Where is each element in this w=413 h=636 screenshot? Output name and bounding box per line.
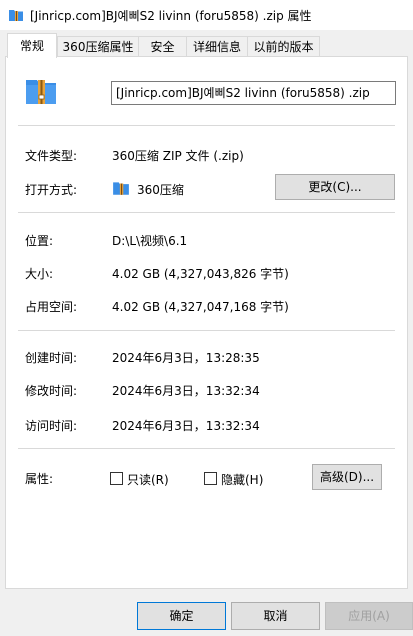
divider — [18, 330, 395, 331]
cancel-button[interactable]: 取消 — [231, 602, 320, 630]
accessed-value: 2024年6月3日，13:32:34 — [112, 419, 260, 433]
archive-icon — [26, 80, 56, 104]
title-bar: [Jinricp.com]BJ예삐S2 livinn (foru5858) .z… — [0, 0, 413, 30]
readonly-checkbox[interactable] — [110, 472, 123, 485]
disk-size-value: 4.02 GB (4,327,047,168 字节) — [112, 300, 289, 314]
tab-details[interactable]: 详细信息 — [186, 36, 248, 57]
disk-size-label: 占用空间: — [25, 300, 78, 314]
ok-button[interactable]: 确定 — [137, 602, 226, 630]
advanced-button[interactable]: 高级(D)... — [312, 464, 382, 490]
size-label: 大小: — [25, 267, 54, 281]
change-button[interactable]: 更改(C)... — [275, 174, 395, 200]
hidden-label[interactable]: 隐藏(H) — [221, 471, 263, 488]
location-value: D:\L\视频\6.1 — [112, 234, 188, 248]
modified-label: 修改时间: — [25, 384, 78, 398]
archive-icon — [113, 182, 129, 195]
tab-general[interactable]: 常规 — [7, 33, 57, 58]
tab-security[interactable]: 安全 — [138, 36, 187, 57]
apply-button[interactable]: 应用(A) — [325, 602, 413, 630]
location-label: 位置: — [25, 234, 54, 248]
file-type-label: 文件类型: — [25, 149, 78, 163]
size-value: 4.02 GB (4,327,043,826 字节) — [112, 267, 289, 281]
file-name-input[interactable]: [Jinricp.com]BJ예삐S2 livinn (foru5858) .z… — [111, 81, 396, 105]
created-value: 2024年6月3日，13:28:35 — [112, 351, 260, 365]
created-label: 创建时间: — [25, 351, 78, 365]
readonly-label[interactable]: 只读(R) — [127, 471, 169, 488]
divider — [18, 212, 395, 213]
divider — [18, 125, 395, 126]
archive-icon — [9, 10, 23, 21]
general-panel: [Jinricp.com]BJ예삐S2 livinn (foru5858) .z… — [5, 56, 408, 589]
tab-360-zip-properties[interactable]: 360压缩属性 — [57, 36, 139, 57]
tab-previous-versions[interactable]: 以前的版本 — [247, 36, 320, 57]
window-title: [Jinricp.com]BJ예삐S2 livinn (foru5858) .z… — [30, 9, 312, 23]
divider — [18, 448, 395, 449]
file-type-value: 360压缩 ZIP 文件 (.zip) — [112, 149, 244, 163]
hidden-checkbox[interactable] — [204, 472, 217, 485]
modified-value: 2024年6月3日，13:32:34 — [112, 384, 260, 398]
accessed-label: 访问时间: — [25, 419, 78, 433]
open-with-value: 360压缩 — [137, 183, 184, 197]
tab-strip: 常规 360压缩属性 安全 详细信息 以前的版本 — [0, 30, 413, 58]
open-with-label: 打开方式: — [25, 183, 78, 197]
attributes-label: 属性: — [25, 472, 54, 486]
